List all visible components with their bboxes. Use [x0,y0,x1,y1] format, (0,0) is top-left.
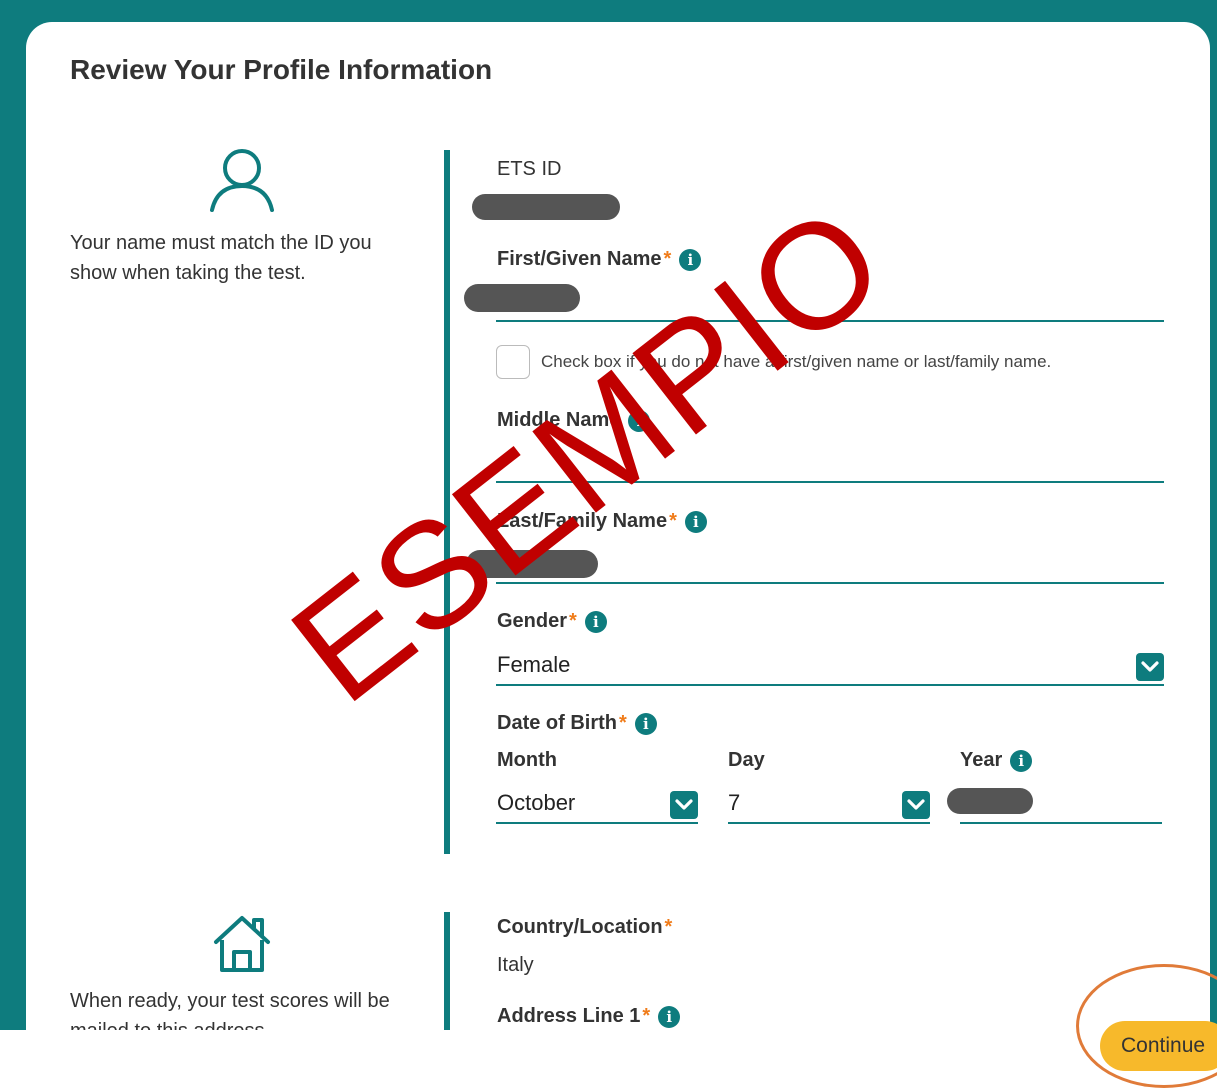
ets-id-redaction [472,194,620,220]
day-select-value[interactable]: 7 [728,790,740,816]
required-marker: * [663,248,672,270]
chevron-down-icon[interactable] [902,791,930,819]
info-icon[interactable]: i [684,511,707,533]
info-icon[interactable]: i [679,249,702,271]
dob-label-text: Date of Birth [497,712,617,734]
day-select[interactable] [728,822,930,824]
info-icon[interactable]: i [584,611,607,633]
info-icon[interactable]: i [634,713,657,735]
country-label-text: Country/Location [497,916,663,938]
required-marker: * [669,510,677,532]
middle-name-input[interactable] [496,481,1164,483]
month-label: Month [497,749,557,771]
last-name-input[interactable] [496,582,1164,584]
day-label: Day [728,749,765,771]
last-name-label: Last/Family Name * i [497,510,707,533]
gender-select-value[interactable]: Female [497,652,570,678]
section-divider [444,150,450,854]
year-label-text: Year [960,749,1003,771]
last-name-label-text: Last/Family Name [497,510,668,532]
gender-label-text: Gender [497,610,568,632]
month-select[interactable] [496,822,698,824]
year-input[interactable] [960,822,1162,824]
no-name-checkbox-label: Check box if you do not have a first/giv… [541,352,1052,371]
chevron-down-icon[interactable] [670,791,698,819]
middle-name-label-text: Middle Name [497,409,621,431]
required-marker: * [664,916,673,938]
info-icon[interactable]: i [628,410,651,432]
year-label: Year i [960,749,1033,772]
name-note: Your name must match the ID you show whe… [70,232,372,284]
required-marker: * [619,712,627,734]
chevron-down-icon[interactable] [1136,653,1164,681]
user-icon [210,149,274,212]
last-name-redaction [466,550,598,578]
address-note: When ready, your test scores will be mai… [70,990,390,1030]
country-label: Country/Location * [497,916,672,939]
year-redaction [947,788,1033,814]
first-name-input[interactable] [496,320,1164,322]
month-select-value[interactable]: October [497,790,575,816]
info-icon[interactable]: i [658,1006,681,1028]
section-divider [444,912,450,1030]
first-name-redaction [464,284,580,312]
first-name-label-text: First/Given Name [497,248,662,270]
middle-name-label: Middle Name i [497,409,651,432]
first-name-label: First/Given Name * i [497,248,702,271]
continue-button[interactable]: Continue [1100,1021,1217,1071]
page-title: Review Your Profile Information [70,54,493,85]
profile-card: Review Your Profile Information Your nam… [26,22,1210,1030]
required-marker: * [569,610,577,632]
info-icon[interactable]: i [1010,750,1033,772]
country-value: Italy [497,954,534,976]
address1-label-text: Address Line 1 [497,1005,641,1027]
gender-label: Gender * i [497,610,607,633]
ets-id-label: ETS ID [497,158,562,180]
home-icon [214,916,270,972]
dob-label: Date of Birth * i [497,712,657,735]
address1-label: Address Line 1 * i [497,1005,681,1028]
gender-select[interactable] [496,684,1164,686]
required-marker: * [642,1005,651,1027]
no-name-checkbox[interactable] [496,345,530,379]
